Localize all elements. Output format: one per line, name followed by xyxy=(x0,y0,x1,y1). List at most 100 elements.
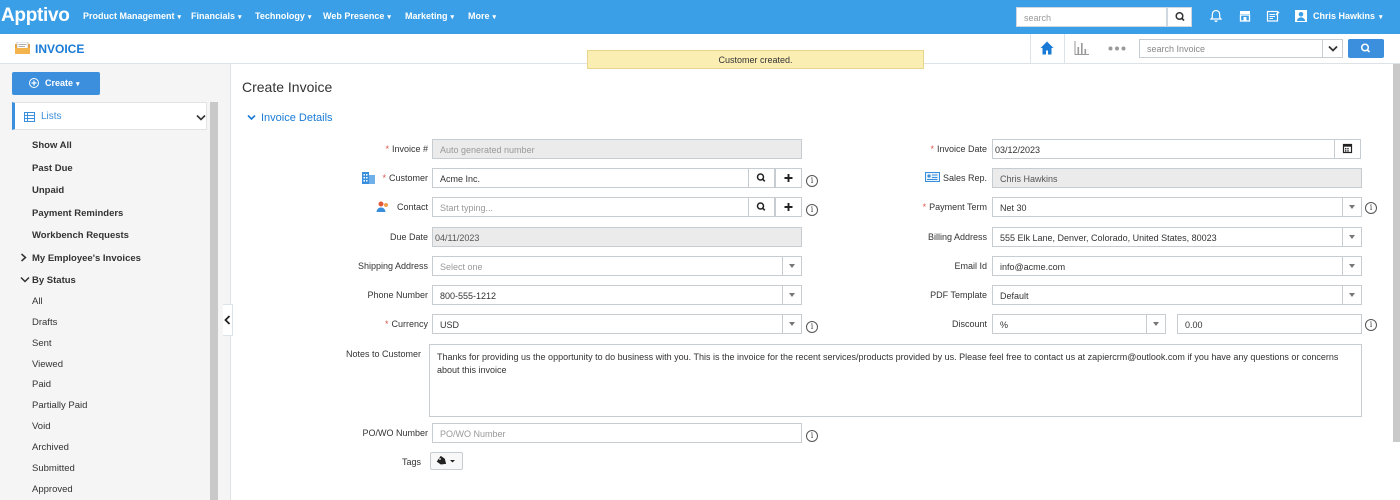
chevron-left-icon xyxy=(224,315,231,325)
dropdown-arrow-icon xyxy=(782,315,801,333)
tags-dropdown-button[interactable] xyxy=(430,452,463,470)
sidebar-item-workbench-requests[interactable]: Workbench Requests xyxy=(32,230,129,241)
phone-number-select[interactable]: 800-555-1212 xyxy=(432,285,802,305)
status-item-void[interactable]: Void xyxy=(32,421,51,432)
billing-address-select[interactable]: 555 Elk Lane, Denver, Colorado, United S… xyxy=(992,227,1362,247)
customer-created-notice: Customer created. xyxy=(587,50,924,69)
discount-type-select[interactable]: % xyxy=(992,314,1166,334)
dropdown-arrow-icon xyxy=(1342,198,1361,216)
apptivo-logo[interactable]: Apptivo xyxy=(1,5,70,27)
tags-label: Tags xyxy=(401,457,421,467)
contact-label: Contact xyxy=(396,202,428,212)
discount-info-icon[interactable]: i xyxy=(1365,319,1377,331)
global-search-input[interactable]: search xyxy=(1016,7,1167,27)
dropdown-arrow-icon xyxy=(782,257,801,275)
chevron-down-icon xyxy=(1328,45,1338,52)
invoice-number-field[interactable]: Auto generated number xyxy=(432,139,802,159)
notes-to-customer-textarea[interactable]: Thanks for providing us the opportunity … xyxy=(429,344,1362,417)
divider xyxy=(1030,34,1031,64)
calendar-icon xyxy=(1342,143,1353,154)
chevron-right-icon[interactable] xyxy=(20,253,27,262)
discount-amount-field[interactable]: 0.00 xyxy=(1177,314,1362,334)
add-customer-button[interactable] xyxy=(775,168,802,188)
chevron-down-icon[interactable] xyxy=(247,114,256,122)
sidebar-scrollbar[interactable] xyxy=(210,102,218,500)
user-menu[interactable]: Chris Hawkins ▾ xyxy=(1313,11,1383,21)
app-title[interactable]: INVOICE xyxy=(35,42,84,56)
po-number-info-icon[interactable]: i xyxy=(806,430,818,442)
sidebar-item-my-employees-invoices[interactable]: My Employee's Invoices xyxy=(32,253,141,264)
status-item-partially-paid[interactable]: Partially Paid xyxy=(32,400,87,411)
add-contact-button[interactable] xyxy=(775,197,802,217)
id-card-icon xyxy=(925,172,940,182)
contact-info-icon[interactable]: i xyxy=(806,204,818,216)
contact-search-button[interactable] xyxy=(748,197,775,217)
bar-chart-icon[interactable] xyxy=(1074,41,1090,55)
invoice-search-button[interactable] xyxy=(1348,39,1384,58)
dropdown-arrow-icon xyxy=(1146,315,1165,333)
contact-field[interactable]: Start typing... xyxy=(432,197,749,217)
status-item-drafts[interactable]: Drafts xyxy=(32,317,57,328)
nav-marketing[interactable]: Marketing ▾ xyxy=(405,11,454,21)
search-icon xyxy=(756,173,766,182)
notes-icon[interactable] xyxy=(1266,9,1280,23)
status-item-submitted[interactable]: Submitted xyxy=(32,463,75,474)
chevron-down-icon[interactable] xyxy=(20,276,30,284)
sidebar-item-show-all[interactable]: Show All xyxy=(32,140,72,151)
customer-field[interactable]: Acme Inc. xyxy=(432,168,749,188)
tag-icon xyxy=(436,455,455,465)
nav-web-presence[interactable]: Web Presence ▾ xyxy=(323,11,391,21)
shipping-address-label: Shipping Address xyxy=(357,261,428,271)
shipping-address-select[interactable]: Select one xyxy=(432,256,802,276)
invoice-date-field[interactable]: 03/12/2023 xyxy=(992,139,1335,159)
lists-header[interactable]: Lists xyxy=(12,102,207,130)
store-icon[interactable] xyxy=(1238,9,1252,23)
section-title-invoice-details[interactable]: Invoice Details xyxy=(261,112,333,124)
sidebar-collapse-button[interactable] xyxy=(223,304,233,336)
payment-term-select[interactable]: Net 30 xyxy=(992,197,1362,217)
search-icon xyxy=(1175,11,1185,22)
status-item-viewed[interactable]: Viewed xyxy=(32,359,63,370)
customer-search-button[interactable] xyxy=(748,168,775,188)
email-id-select[interactable]: info@acme.com xyxy=(992,256,1362,276)
sidebar-item-by-status[interactable]: By Status xyxy=(32,275,76,286)
lists-label: Lists xyxy=(41,111,62,122)
dropdown-arrow-icon xyxy=(1342,228,1361,246)
user-avatar-icon[interactable] xyxy=(1295,10,1307,22)
payment-term-label: * Payment Term xyxy=(922,202,987,212)
more-options-icon[interactable] xyxy=(1108,46,1126,51)
po-number-field[interactable]: PO/WO Number xyxy=(432,423,802,443)
status-item-archived[interactable]: Archived xyxy=(32,442,69,453)
status-item-approved[interactable]: Approved xyxy=(32,484,73,495)
sidebar-item-unpaid[interactable]: Unpaid xyxy=(32,185,64,196)
status-item-paid[interactable]: Paid xyxy=(32,379,51,390)
payment-term-info-icon[interactable]: i xyxy=(1365,202,1377,214)
home-icon[interactable] xyxy=(1039,40,1055,56)
search-icon xyxy=(1360,43,1371,53)
due-date-field[interactable]: 04/11/2023 xyxy=(432,227,802,247)
notes-label: Notes to Customer xyxy=(345,349,421,359)
status-item-all[interactable]: All xyxy=(32,296,43,307)
nav-more[interactable]: More ▾ xyxy=(468,11,496,21)
nav-technology[interactable]: Technology ▾ xyxy=(255,11,311,21)
customer-info-icon[interactable]: i xyxy=(806,175,818,187)
create-button[interactable]: Create ▾ xyxy=(12,72,100,95)
discount-label: Discount xyxy=(951,319,987,329)
nav-product-management[interactable]: Product Management ▾ xyxy=(83,11,181,21)
currency-info-icon[interactable]: i xyxy=(806,321,818,333)
phone-number-label: Phone Number xyxy=(367,290,428,300)
currency-select[interactable]: USD xyxy=(432,314,802,334)
main-scrollbar[interactable] xyxy=(1393,64,1400,442)
bell-icon[interactable] xyxy=(1209,9,1223,23)
search-scope-dropdown[interactable] xyxy=(1323,39,1343,58)
sidebar-item-payment-reminders[interactable]: Payment Reminders xyxy=(32,208,123,219)
dropdown-arrow-icon xyxy=(1342,286,1361,304)
calendar-button[interactable] xyxy=(1334,139,1361,159)
sales-rep-field[interactable]: Chris Hawkins xyxy=(992,168,1362,188)
nav-financials[interactable]: Financials ▾ xyxy=(191,11,242,21)
pdf-template-select[interactable]: Default xyxy=(992,285,1362,305)
invoice-search-input[interactable]: search Invoice xyxy=(1139,39,1323,58)
status-item-sent[interactable]: Sent xyxy=(32,338,52,349)
global-search-button[interactable] xyxy=(1167,7,1192,27)
sidebar-item-past-due[interactable]: Past Due xyxy=(32,163,73,174)
